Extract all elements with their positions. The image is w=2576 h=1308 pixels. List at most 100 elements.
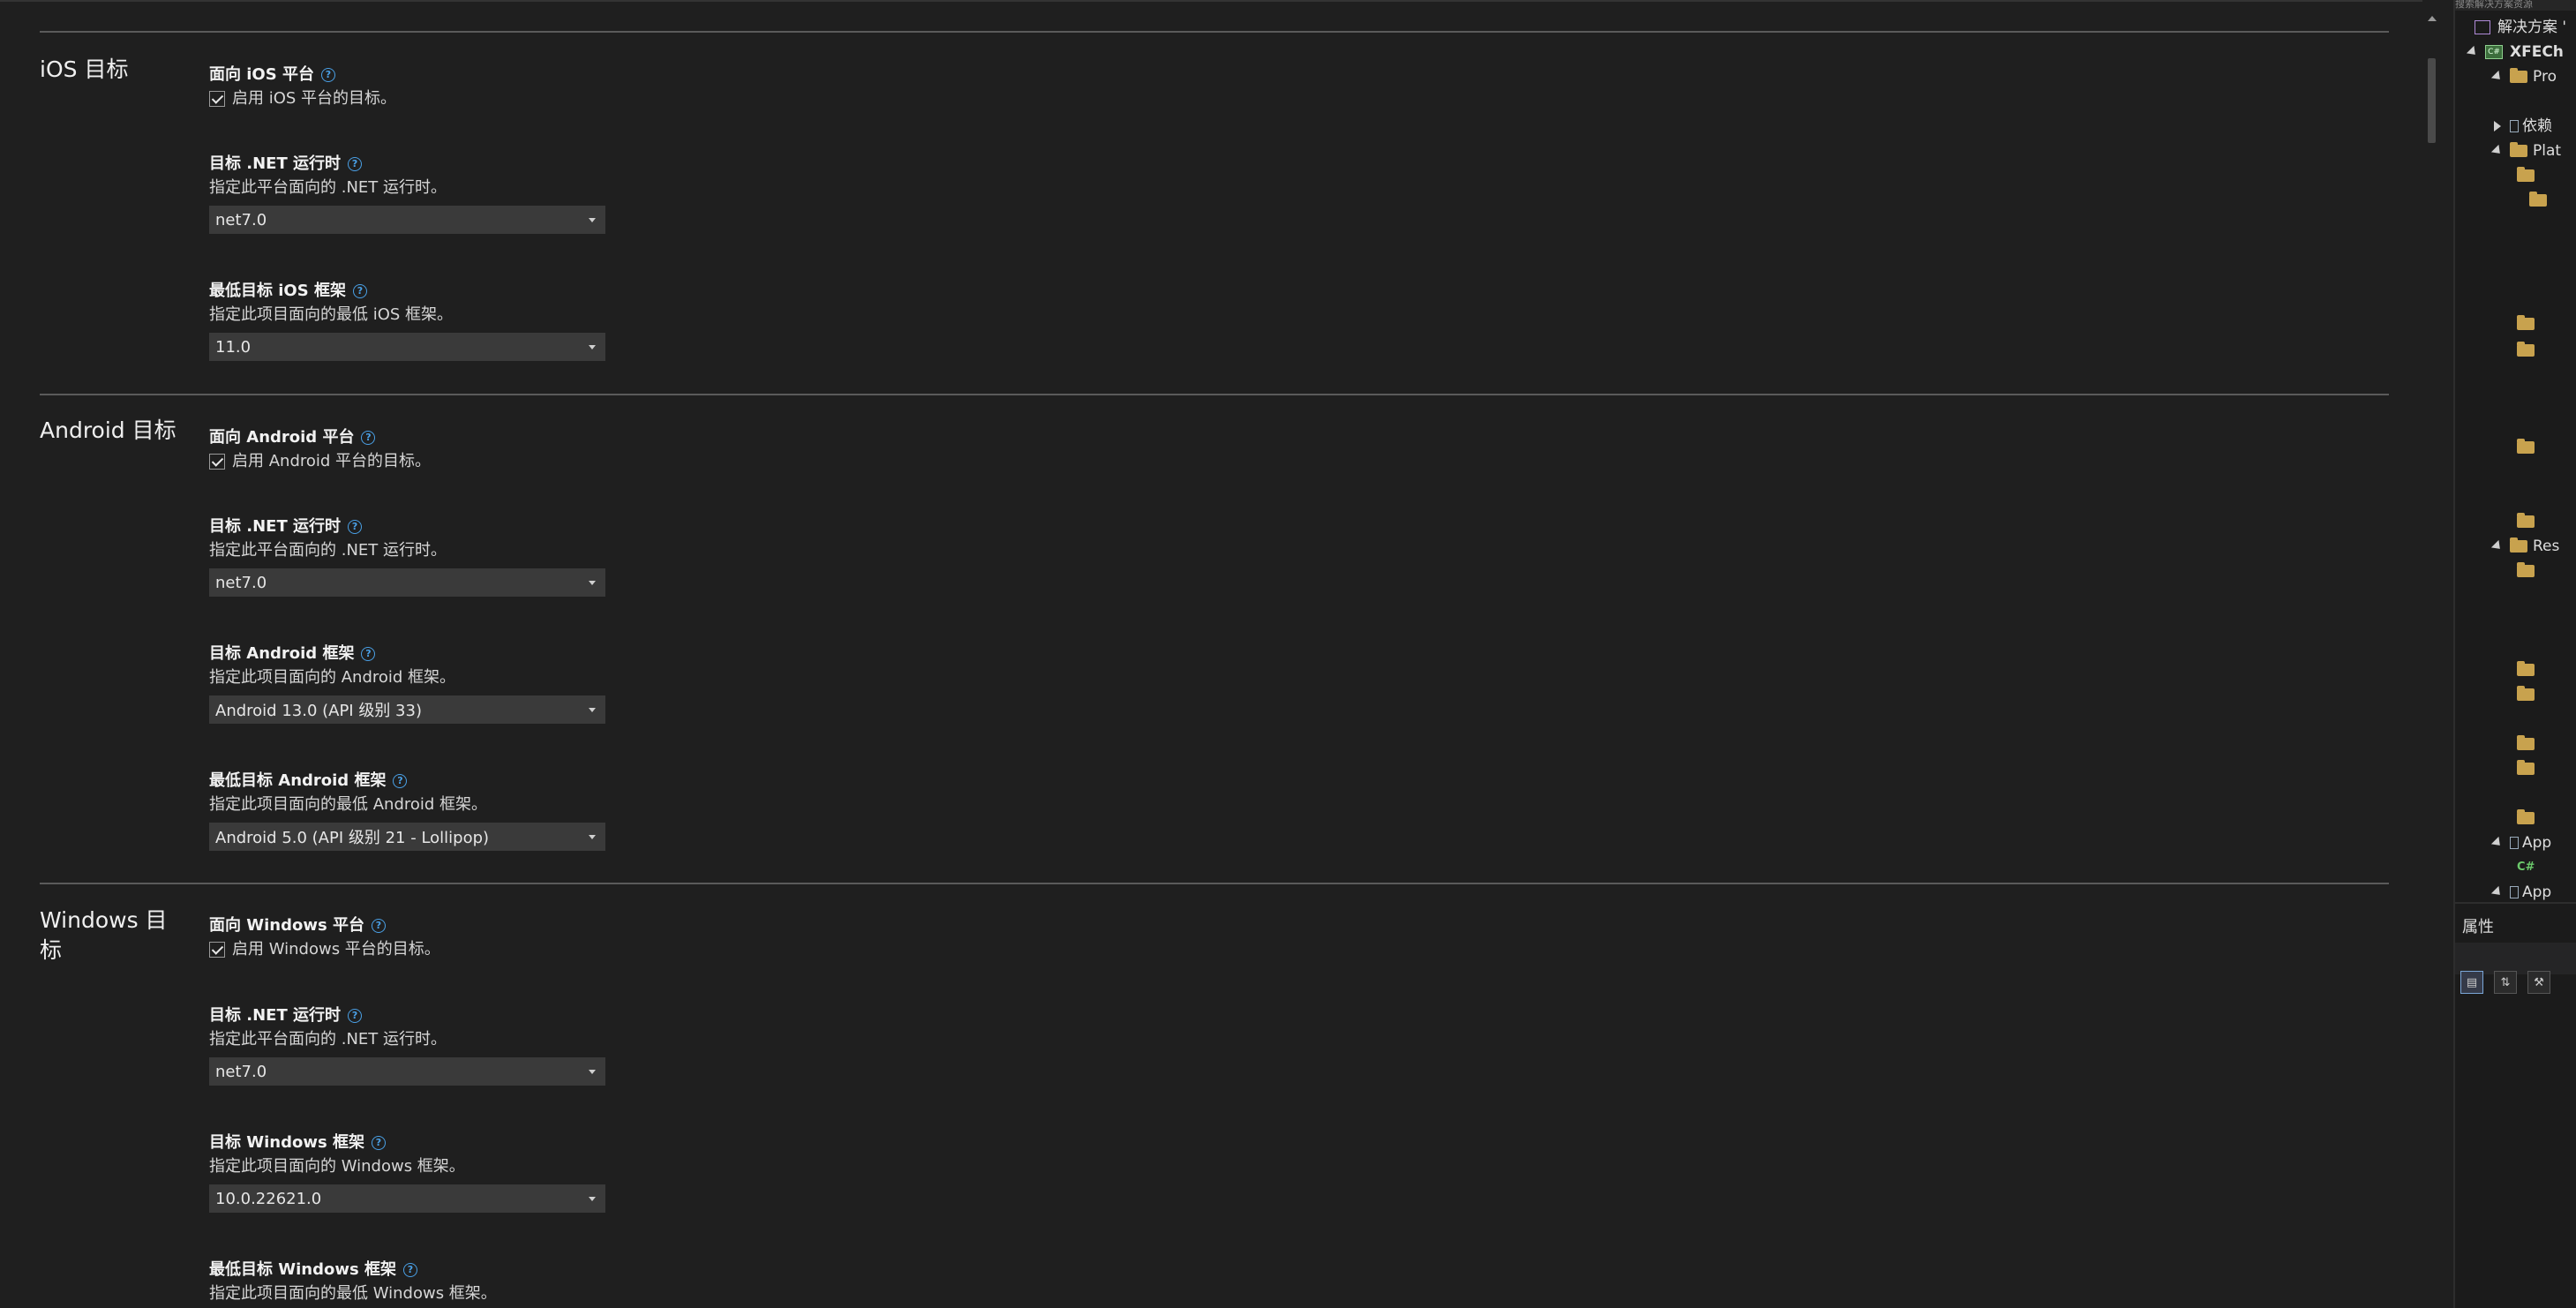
help-icon[interactable]: ? (393, 774, 408, 788)
help-icon[interactable]: ? (348, 157, 363, 171)
wrench-icon[interactable]: ⚒ (2527, 971, 2550, 994)
section-ios: iOS 目标 面向 iOS 平台? 启用 iOS 平台的目标。 目标 .NET … (40, 31, 2389, 361)
scrollbar-thumb[interactable] (2428, 58, 2436, 143)
tree-folder[interactable] (2517, 683, 2540, 706)
section-android: Android 目标 面向 Android 平台? 启用 Android 平台的… (40, 394, 2389, 851)
tree-item[interactable]: App (2490, 831, 2551, 854)
field-windows-enable: 面向 Windows 平台? 启用 Windows 平台的目标。 (209, 914, 1003, 962)
tree-folder[interactable] (2517, 339, 2540, 362)
xaml-file-icon (2510, 837, 2519, 849)
alphabetical-sort-icon[interactable]: ⇅ (2494, 971, 2517, 994)
tree-folder[interactable] (2517, 560, 2540, 583)
expand-triangle-icon[interactable] (2490, 539, 2505, 553)
field-android-min-framework: 最低目标 Android 框架? 指定此项目面向的最低 Android 框架。 … (209, 770, 1003, 851)
help-icon[interactable]: ? (371, 919, 386, 933)
chevron-down-icon (589, 1069, 596, 1074)
expand-triangle-icon[interactable] (2490, 885, 2505, 899)
tree-folder[interactable] (2517, 510, 2540, 533)
field-label: 目标 Windows 框架? (209, 1131, 1003, 1154)
windows-enable-checkbox-row[interactable]: 启用 Windows 平台的目标。 (209, 937, 1003, 962)
chevron-down-icon (589, 580, 596, 585)
field-description: 指定此平台面向的 .NET 运行时。 (209, 541, 447, 560)
section-title-android: Android 目标 (40, 417, 176, 443)
csharp-file-icon: C# (2517, 861, 2535, 874)
field-windows-runtime: 目标 .NET 运行时? 指定此平台面向的 .NET 运行时。 net7.0 (209, 1004, 1003, 1086)
folder-icon (2517, 809, 2535, 824)
folder-icon (2517, 315, 2535, 330)
folder-icon (2517, 562, 2535, 577)
tree-folder[interactable] (2517, 807, 2540, 830)
ios-enable-checkbox-row[interactable]: 启用 iOS 平台的目标。 (209, 86, 1003, 111)
tree-folder[interactable] (2517, 733, 2540, 755)
tree-folder[interactable] (2517, 436, 2540, 459)
folder-icon (2517, 342, 2535, 357)
folder-icon (2510, 68, 2527, 83)
tree-item[interactable]: C# (2517, 856, 2538, 879)
help-icon[interactable]: ? (371, 1136, 386, 1150)
windows-runtime-dropdown[interactable]: net7.0 (209, 1057, 605, 1086)
field-label: 目标 .NET 运行时? (209, 515, 1003, 538)
expand-triangle-icon[interactable] (2490, 70, 2505, 84)
help-icon[interactable]: ? (320, 68, 335, 82)
tree-item[interactable]: App (2490, 881, 2551, 904)
chevron-down-icon (589, 344, 596, 350)
tree-folder[interactable] (2517, 164, 2540, 187)
section-windows: Windows 目标 面向 Windows 平台? 启用 Windows 平台的… (40, 883, 2389, 1303)
field-description: 指定此项目面向的 Android 框架。 (209, 668, 456, 687)
categorized-view-icon[interactable]: ▤ (2460, 971, 2483, 994)
properties-object-selector[interactable] (2455, 943, 2576, 974)
field-label: 面向 iOS 平台? (209, 64, 1003, 86)
help-icon[interactable]: ? (352, 284, 367, 298)
help-icon[interactable]: ? (361, 431, 376, 445)
help-icon[interactable]: ? (361, 647, 376, 661)
help-icon[interactable]: ? (348, 1009, 363, 1023)
xaml-file-icon (2510, 886, 2519, 898)
expand-triangle-icon[interactable] (2490, 836, 2505, 850)
ios-runtime-dropdown[interactable]: net7.0 (209, 206, 605, 234)
section-title-ios: iOS 目标 (40, 56, 129, 82)
windows-framework-dropdown[interactable]: 10.0.22621.0 (209, 1184, 605, 1213)
folder-icon (2517, 686, 2535, 701)
field-android-runtime: 目标 .NET 运行时? 指定此平台面向的 .NET 运行时。 net7.0 (209, 515, 1003, 597)
tree-folder[interactable] (2529, 189, 2552, 212)
section-title-windows: Windows 目标 (40, 907, 168, 963)
tree-item[interactable]: Plat (2490, 139, 2561, 162)
tree-folder[interactable] (2517, 658, 2540, 681)
field-description: 指定此项目面向的最低 Android 框架。 (209, 795, 488, 814)
field-label: 最低目标 Android 框架? (209, 770, 1003, 793)
android-min-framework-dropdown[interactable]: Android 5.0 (API 级别 21 - Lollipop) (209, 823, 605, 851)
scroll-up-arrow-icon[interactable] (2428, 16, 2437, 21)
tree-item[interactable]: Pro (2490, 65, 2557, 88)
android-enable-checkbox-row[interactable]: 启用 Android 平台的目标。 (209, 449, 1003, 474)
windows-enable-checkbox[interactable] (209, 942, 225, 958)
solution-explorer-search[interactable]: 搜索解决方案资源 (2455, 0, 2576, 11)
help-icon[interactable]: ? (402, 1263, 417, 1277)
ios-min-framework-dropdown[interactable]: 11.0 (209, 333, 605, 361)
ios-enable-checkbox[interactable] (209, 91, 225, 107)
folder-icon (2517, 513, 2535, 528)
dependencies-icon (2510, 120, 2519, 132)
tree-item[interactable]: 依赖 (2494, 115, 2552, 138)
tree-folder[interactable] (2517, 757, 2540, 780)
tree-folder[interactable] (2517, 312, 2540, 335)
help-icon[interactable]: ? (348, 520, 363, 534)
android-runtime-dropdown[interactable]: net7.0 (209, 568, 605, 597)
android-framework-dropdown[interactable]: Android 13.0 (API 级别 33) (209, 695, 605, 724)
folder-icon (2510, 142, 2527, 157)
expand-triangle-icon[interactable] (2490, 144, 2505, 158)
folder-icon (2517, 735, 2535, 750)
field-ios-runtime: 目标 .NET 运行时? 指定此平台面向的 .NET 运行时。 net7.0 (209, 153, 1003, 234)
csharp-project-icon: C# (2485, 45, 2503, 59)
field-label: 最低目标 Windows 框架? (209, 1259, 1003, 1282)
vertical-scrollbar[interactable] (2422, 0, 2442, 1308)
tree-project[interactable]: C# XFECh (2466, 41, 2564, 64)
field-description: 指定此平台面向的 .NET 运行时。 (209, 178, 447, 197)
folder-icon (2510, 537, 2527, 553)
folder-icon (2517, 167, 2535, 182)
collapse-triangle-icon[interactable] (2494, 121, 2501, 132)
solution-icon (2475, 20, 2490, 34)
tree-item[interactable]: Res (2490, 535, 2559, 558)
tree-solution[interactable]: 解决方案 ' (2475, 16, 2566, 39)
android-enable-checkbox[interactable] (209, 454, 225, 470)
expand-triangle-icon[interactable] (2466, 45, 2480, 59)
